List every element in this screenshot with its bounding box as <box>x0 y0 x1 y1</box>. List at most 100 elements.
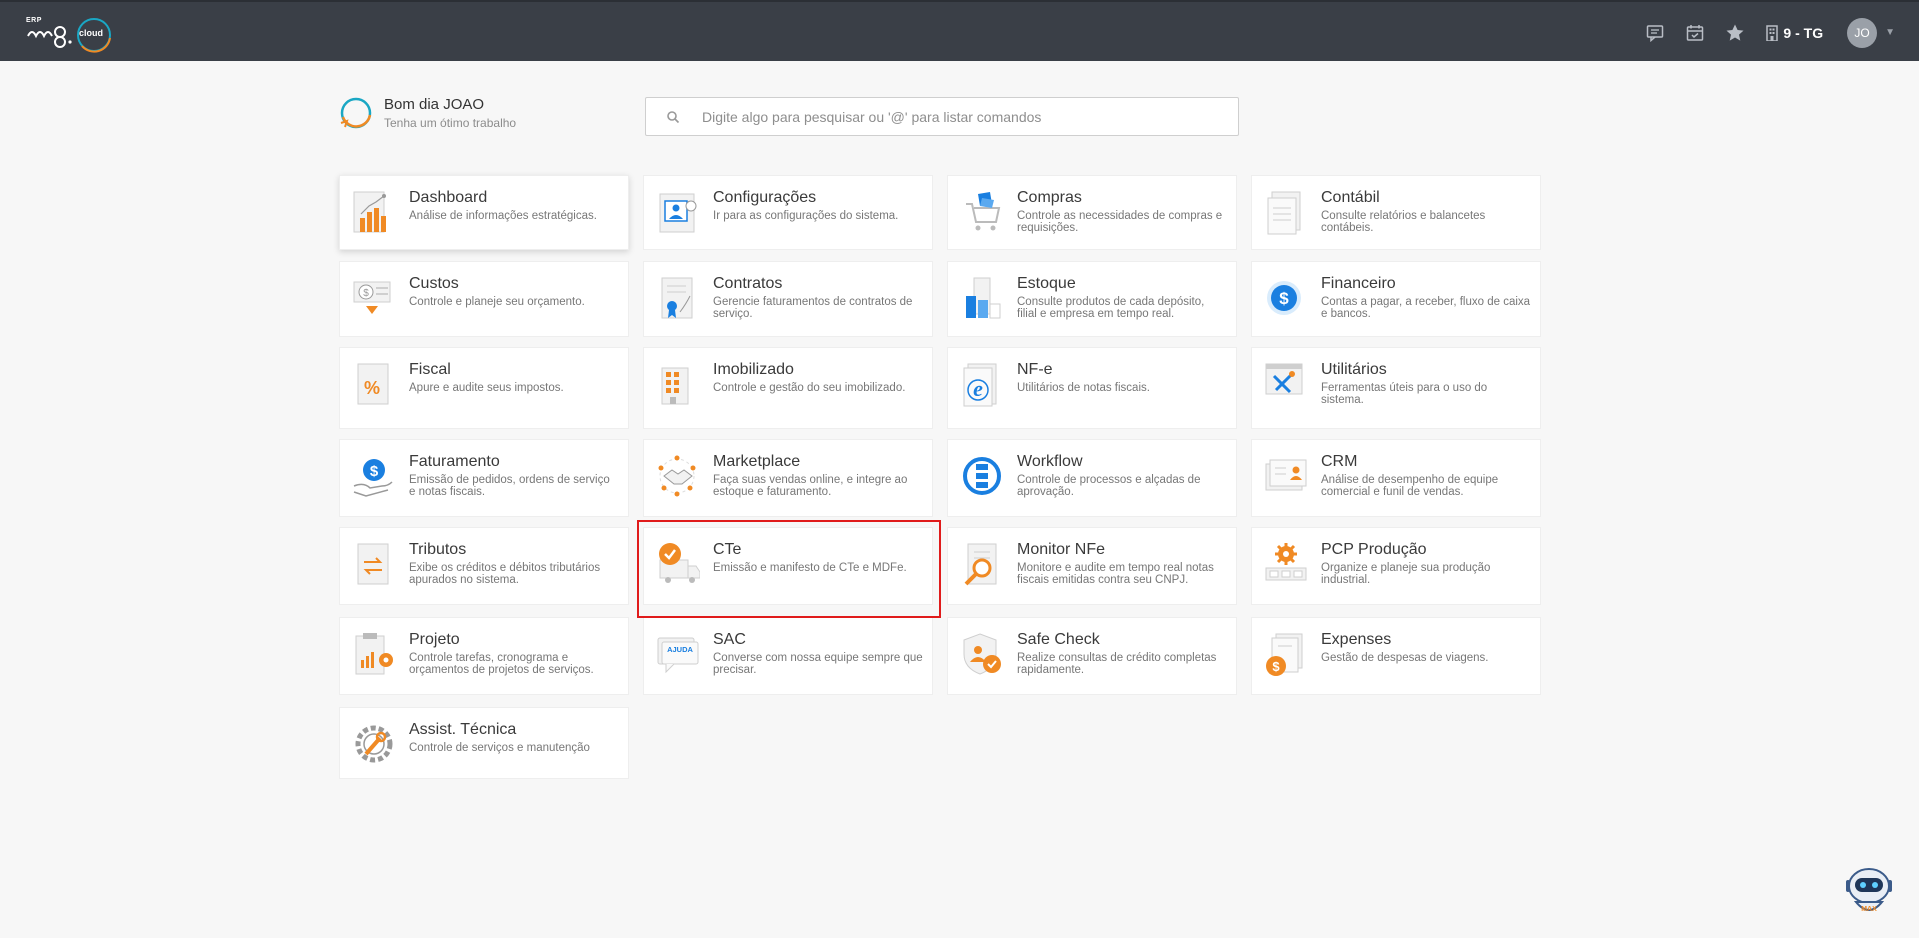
module-description: Controle de processos e alçadas de aprov… <box>1017 474 1201 498</box>
project-icon <box>355 633 393 675</box>
module-title: CRM <box>1321 453 1358 470</box>
module-description: Análise de desempenho de equipe comercia… <box>1321 474 1499 498</box>
m8-swirl-logo <box>340 97 372 129</box>
star-icon[interactable] <box>1723 21 1747 45</box>
module-title: Faturamento <box>409 453 500 470</box>
module-card-compras[interactable]: Compras Controle as necessidades de compr… <box>947 175 1237 250</box>
module-description: Emissão e manifesto de CTe e MDFe. <box>713 562 907 574</box>
module-description: Controle e gestão do seu imobilizado. <box>713 382 906 394</box>
dollar-icon: $ <box>1267 281 1301 315</box>
module-card-imobilizado[interactable]: Imobilizado Controle e gestão do seu imob… <box>643 347 933 429</box>
module-description: Converse com nossa equipe sempre que pre… <box>713 652 923 676</box>
magnifier-icon <box>964 543 997 586</box>
module-description: Ir para as configurações do sistema. <box>713 210 899 222</box>
chat-icon[interactable] <box>1643 21 1667 45</box>
module-description: Controle as necessidades de compras e re… <box>1017 210 1223 234</box>
module-description: Realize consultas de crédito completas r… <box>1017 652 1217 676</box>
module-title: Monitor NFe <box>1017 541 1106 558</box>
gear-icon <box>1265 543 1307 581</box>
handshake-icon <box>658 455 696 497</box>
workflow-icon <box>963 457 1001 495</box>
billing-icon: $ <box>353 459 393 497</box>
assistant-label: MAX <box>1861 906 1877 913</box>
module-title: Tributos <box>409 541 467 558</box>
module-card-expenses[interactable]: $ Expenses Gestão de despesas de viagens. <box>1251 617 1541 695</box>
search-input[interactable] <box>702 108 1222 125</box>
module-card-pcp-produ-o[interactable]: PCP Produção Organize e planeje sua produ… <box>1251 527 1541 605</box>
tax-icon <box>357 543 389 585</box>
module-description: Contas a pagar, a receber, fluxo de caix… <box>1321 296 1531 320</box>
module-title: Fiscal <box>409 361 451 378</box>
module-description: Emissão de pedidos, ordens de serviço e … <box>409 474 610 498</box>
shield-check-icon <box>963 633 1001 675</box>
module-card-crm[interactable]: CRM Análise de desempenho de equipe comer… <box>1251 439 1541 517</box>
percent-icon: % <box>357 363 389 405</box>
module-card-estoque[interactable]: Estoque Consulte produtos de cada depósit… <box>947 261 1237 337</box>
module-title: Compras <box>1017 189 1082 206</box>
module-description: Gerencie faturamentos de contratos de se… <box>713 296 913 320</box>
module-description: Organize e planeje sua produção industri… <box>1321 562 1491 586</box>
module-title: Workflow <box>1017 453 1083 470</box>
search-box[interactable] <box>645 97 1239 136</box>
module-card-configura-es[interactable]: Configurações Ir para as configurações do… <box>643 175 933 250</box>
module-card-contratos[interactable]: Contratos Gerencie faturamentos de contra… <box>643 261 933 337</box>
module-title: SAC <box>713 631 746 648</box>
module-title: Custos <box>409 275 459 292</box>
module-card-sac[interactable]: AJUDA SAC Converse com nossa equipe sempre… <box>643 617 933 695</box>
svg-text:$: $ <box>370 463 379 480</box>
ledger-icon <box>1267 191 1301 235</box>
module-card-fiscal[interactable]: % Fiscal Apure e audite seus impostos. <box>339 347 629 429</box>
module-title: NF-e <box>1017 361 1053 378</box>
module-card-financeiro[interactable]: $ Financeiro Contas a pagar, a receber, fl… <box>1251 261 1541 337</box>
module-description: Controle tarefas, cronograma e orçamento… <box>409 652 594 676</box>
module-card-safe-check[interactable]: Safe Check Realize consultas de crédito c… <box>947 617 1237 695</box>
module-card-cte[interactable]: CTe Emissão e manifesto de CTe e MDFe. <box>643 527 933 605</box>
support-icon: AJUDA <box>657 637 699 674</box>
module-card-faturamento[interactable]: $ Faturamento Emissão de pedidos, ordens d… <box>339 439 629 517</box>
module-card-cont-bil[interactable]: Contábil Consulte relatórios e balancetes… <box>1251 175 1541 250</box>
expenses-icon: $ <box>1266 633 1303 676</box>
module-title: Configurações <box>713 189 817 206</box>
module-title: Dashboard <box>409 189 488 206</box>
module-card-custos[interactable]: $ Custos Controle e planeje seu orçamento. <box>339 261 629 337</box>
module-card-nf-e[interactable]: e NF-e Utilitários de notas fiscais. <box>947 347 1237 429</box>
settings-icon <box>659 193 697 233</box>
module-description: Consulte produtos de cada depósito, fili… <box>1017 296 1205 320</box>
chevron-down-icon[interactable]: ▼ <box>1885 27 1895 38</box>
robot-icon[interactable]: MAX <box>1840 862 1898 920</box>
module-card-utilit-rios[interactable]: Utilitários Ferramentas úteis para o uso … <box>1251 347 1541 429</box>
module-description: Ferramentas úteis para o uso do sistema. <box>1321 382 1488 406</box>
module-card-marketplace[interactable]: Marketplace Faça suas vendas online, e in… <box>643 439 933 517</box>
module-title: Assist. Técnica <box>409 721 517 738</box>
dashboard-icon <box>353 191 386 233</box>
module-card-projeto[interactable]: Projeto Controle tarefas, cronograma e or… <box>339 617 629 695</box>
module-card-tributos[interactable]: Tributos Exibe os créditos e débitos trib… <box>339 527 629 605</box>
search-icon <box>667 110 680 123</box>
module-title: Estoque <box>1017 275 1076 292</box>
svg-text:%: % <box>364 378 380 398</box>
module-title: PCP Produção <box>1321 541 1427 558</box>
svg-text:$: $ <box>1272 659 1280 674</box>
module-card-assist-t-cnica[interactable]: Assist. Técnica Controle de serviços e ma… <box>339 707 629 779</box>
module-card-monitor-nfe[interactable]: Monitor NFe Monitore e audite em tempo re… <box>947 527 1237 605</box>
top-navbar: ERP cloud 9 - TG JO ▼ <box>0 0 1919 61</box>
module-card-dashboard[interactable]: Dashboard Análise de informações estratég… <box>339 175 629 250</box>
module-description: Controle de serviços e manutenção <box>409 742 590 754</box>
building-icon <box>1766 24 1779 41</box>
company-selector[interactable]: 9 - TG <box>1765 25 1823 41</box>
module-card-workflow[interactable]: Workflow Controle de processos e alçadas … <box>947 439 1237 517</box>
module-description: Faça suas vendas online, e integre ao es… <box>713 474 908 498</box>
module-description: Monitore e audite em tempo real notas fi… <box>1017 562 1214 586</box>
contract-icon <box>661 277 693 319</box>
user-avatar[interactable]: JO <box>1847 17 1878 48</box>
calendar-icon[interactable] <box>1683 21 1707 45</box>
tools-icon <box>1265 363 1303 395</box>
module-title: Safe Check <box>1017 631 1100 648</box>
building-icon <box>661 367 689 405</box>
svg-text:$: $ <box>1279 289 1289 308</box>
m8-cloud-logo[interactable]: ERP cloud <box>24 14 116 54</box>
module-description: Análise de informações estratégicas. <box>409 210 597 222</box>
module-description: Gestão de despesas de viagens. <box>1321 652 1489 664</box>
greeting: Bom dia JOAO Tenha um ótimo trabalho <box>338 95 516 131</box>
truck-check-icon <box>659 543 700 583</box>
